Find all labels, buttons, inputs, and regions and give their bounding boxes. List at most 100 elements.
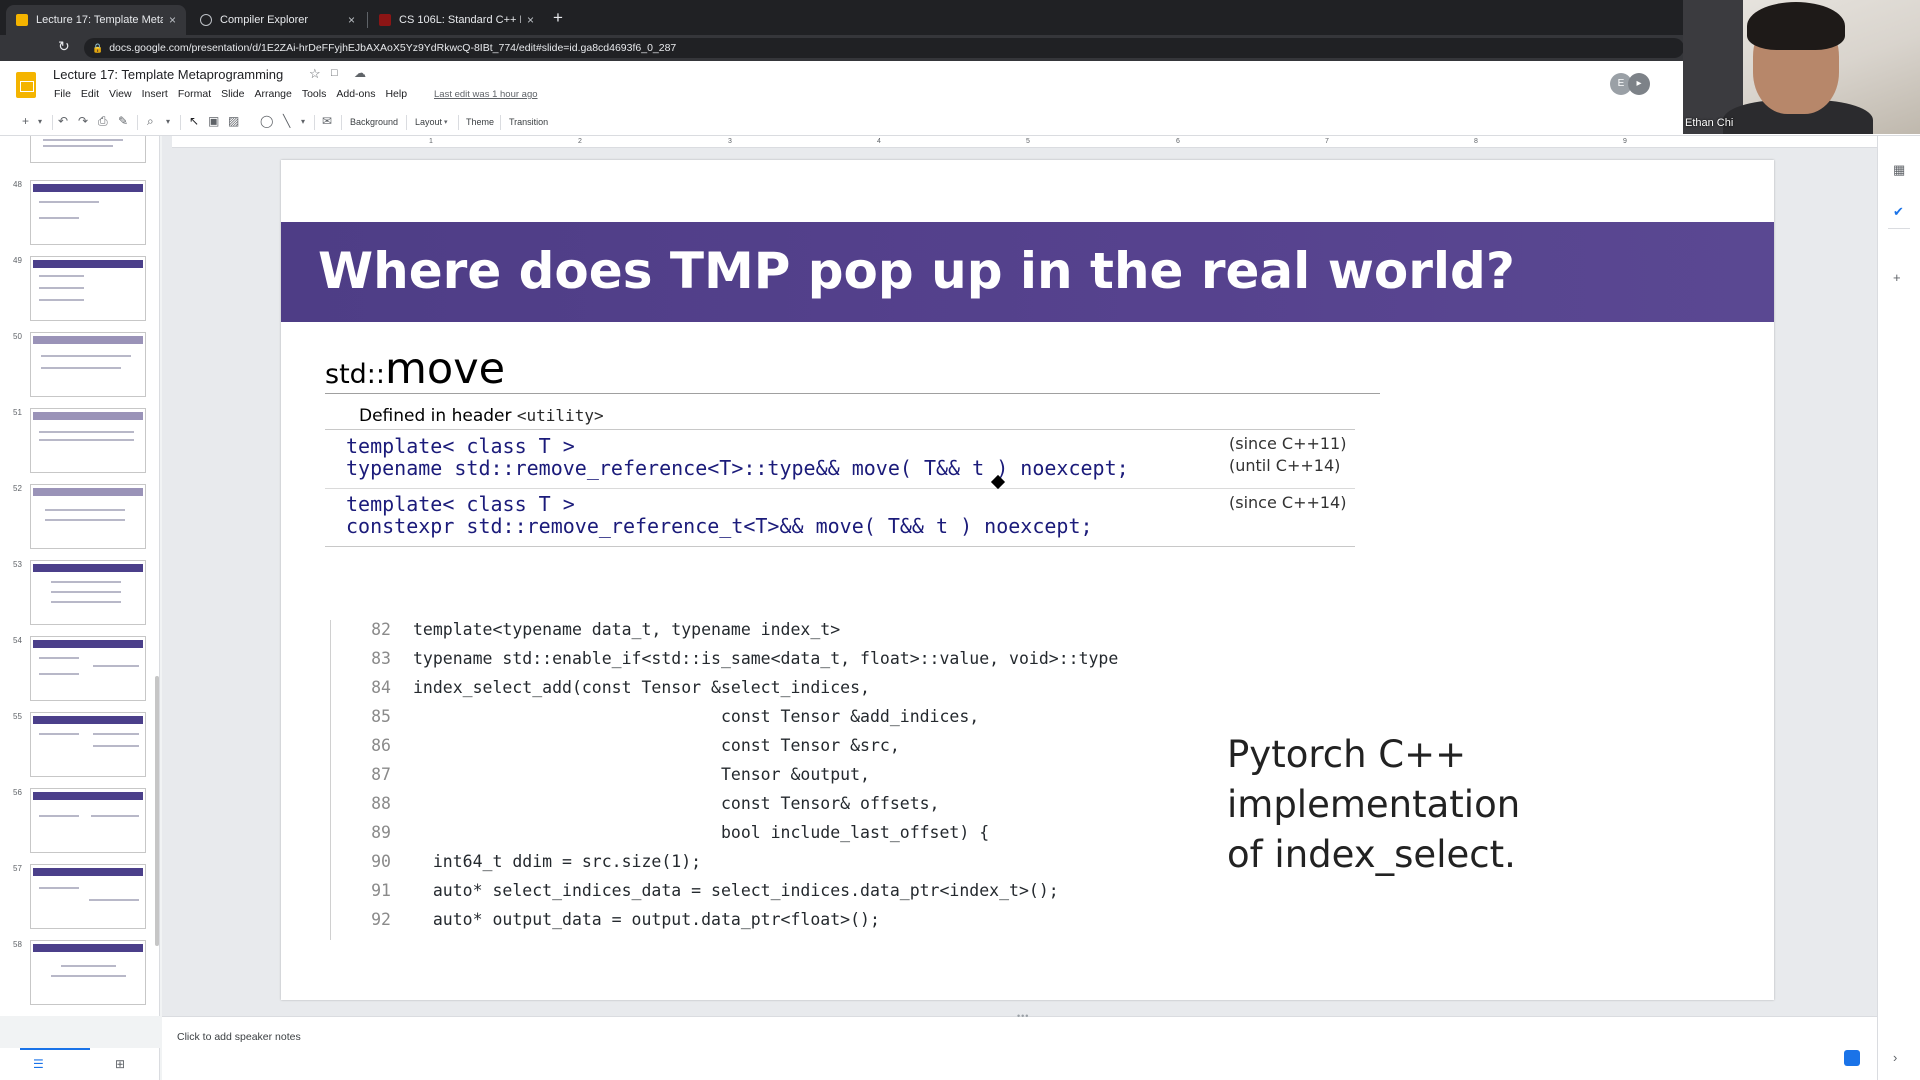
menu-tools[interactable]: Tools (302, 88, 327, 100)
signature-1-until: (until C++14) (1229, 456, 1341, 475)
docs-header: Lecture 17: Template Metaprogramming ☆ □… (0, 61, 1920, 108)
slide-number: 51 (13, 408, 22, 417)
document-title[interactable]: Lecture 17: Template Metaprogramming (53, 67, 283, 82)
slide-number: 54 (13, 636, 22, 645)
menu-arrange[interactable]: Arrange (254, 88, 291, 100)
line-dropdown-icon[interactable]: ▾ (301, 117, 305, 126)
slide-thumbnail[interactable] (30, 560, 146, 625)
toolbar-separator (406, 115, 407, 130)
text-box-icon[interactable]: ▣ (208, 114, 219, 128)
slide-thumbnail[interactable] (30, 712, 146, 777)
slide-thumbnail[interactable] (30, 940, 146, 1005)
slide-thumbnail[interactable] (30, 332, 146, 397)
background-button[interactable]: Background (350, 117, 398, 127)
explore-button[interactable] (1844, 1050, 1860, 1066)
defined-in-header: Defined in header <utility> (359, 406, 604, 426)
current-slide[interactable]: Where does TMP pop up in the real world?… (281, 160, 1774, 1000)
slide-thumbnail[interactable] (30, 136, 146, 163)
slide-filmstrip[interactable]: 48 49 50 51 52 53 54 55 56 57 58 (0, 136, 160, 1016)
tab-title: Lecture 17: Template Metapro (36, 14, 163, 26)
slide-thumbnail[interactable] (30, 788, 146, 853)
title-banner[interactable]: Where does TMP pop up in the real world? (281, 222, 1774, 322)
slide-title[interactable]: Where does TMP pop up in the real world? (318, 242, 1515, 300)
new-slide-icon[interactable]: + (22, 114, 29, 128)
tab-compiler-explorer[interactable]: Compiler Explorer × (190, 5, 365, 35)
present-options-icon[interactable]: ▸ (1628, 73, 1650, 95)
slide-number: 57 (13, 864, 22, 873)
tasks-icon[interactable]: ✔ (1893, 204, 1904, 220)
new-slide-dropdown-icon[interactable]: ▾ (38, 117, 42, 126)
speaker-notes-placeholder[interactable]: Click to add speaker notes (177, 1031, 301, 1043)
toolbar-separator (314, 115, 315, 130)
add-addon-icon[interactable]: + (1893, 270, 1901, 285)
slide-number: 52 (13, 484, 22, 493)
toolbar-separator (458, 115, 459, 130)
expand-panel-icon[interactable]: › (1893, 1050, 1897, 1065)
redo-icon[interactable]: ↷ (78, 114, 88, 128)
toolbar-separator (341, 115, 342, 130)
menu-format[interactable]: Format (178, 88, 211, 100)
notes-resize-handle[interactable]: ••• (1017, 1011, 1029, 1021)
toolbar-separator (137, 115, 138, 130)
slide-thumbnail[interactable] (30, 636, 146, 701)
calendar-icon[interactable]: ▦ (1893, 162, 1905, 178)
layout-button[interactable]: Layout (415, 117, 442, 127)
menu-insert[interactable]: Insert (142, 88, 168, 100)
tab-close-icon[interactable]: × (527, 13, 534, 27)
menu-view[interactable]: View (109, 88, 132, 100)
new-tab-button[interactable]: + (553, 8, 563, 28)
code-line: 91 auto* select_indices_data = select_in… (371, 881, 1059, 900)
side-note-text[interactable]: Pytorch C++ implementation of index_sele… (1227, 730, 1747, 880)
paint-format-icon[interactable]: ✎ (118, 114, 128, 128)
cloud-status-icon[interactable]: ☁ (354, 66, 366, 80)
menu-help[interactable]: Help (385, 88, 407, 100)
menu-slide[interactable]: Slide (221, 88, 244, 100)
function-name: move (385, 344, 506, 394)
folder-move-icon[interactable]: □ (331, 67, 338, 79)
slide-thumbnail[interactable] (30, 180, 146, 245)
slides-logo-icon[interactable] (16, 72, 36, 98)
slide-number: 58 (13, 940, 22, 949)
tab-lecture-17[interactable]: Lecture 17: Template Metapro × (6, 5, 186, 35)
transition-button[interactable]: Transition (509, 117, 548, 127)
line-icon[interactable]: ╲ (283, 114, 290, 128)
menu-addons[interactable]: Add-ons (336, 88, 375, 100)
signature-1-since: (since C++11) (1229, 434, 1347, 453)
image-icon[interactable]: ▨ (228, 114, 239, 128)
url-text: docs.google.com/presentation/d/1E2ZAi-hr… (109, 42, 677, 54)
side-note-line-1: Pytorch C++ implementation (1227, 733, 1521, 826)
reload-icon[interactable]: ↻ (58, 38, 70, 55)
url-field[interactable]: 🔒 docs.google.com/presentation/d/1E2ZAi-… (84, 38, 1684, 58)
shape-icon[interactable]: ◯ (260, 114, 273, 128)
tab-close-icon[interactable]: × (348, 13, 355, 27)
slide-thumbnail[interactable] (30, 408, 146, 473)
zoom-icon[interactable]: ⌕ (147, 114, 154, 129)
tab-separator (367, 12, 368, 28)
signature-2-since: (since C++14) (1229, 493, 1347, 512)
header-name: <utility> (516, 406, 604, 425)
theme-button[interactable]: Theme (466, 117, 494, 127)
last-edit-link[interactable]: Last edit was 1 hour ago (434, 89, 538, 100)
slide-thumbnail[interactable] (30, 484, 146, 549)
toolbar-separator (52, 115, 53, 130)
layout-dropdown-icon[interactable]: ▾ (444, 118, 448, 126)
star-icon[interactable]: ☆ (309, 66, 321, 82)
undo-icon[interactable]: ↶ (58, 114, 68, 128)
speaker-notes-panel[interactable]: ••• Click to add speaker notes (162, 1011, 1877, 1080)
slide-number: 55 (13, 712, 22, 721)
tab-close-icon[interactable]: × (169, 13, 176, 27)
select-cursor-icon[interactable]: ↖ (189, 114, 199, 128)
tab-cs106l[interactable]: CS 106L: Standard C++ Progra × (369, 5, 544, 35)
filmstrip-view-icon[interactable]: ☰ (33, 1057, 44, 1071)
comment-icon[interactable]: ✉ (322, 114, 332, 128)
slide-number: 48 (13, 180, 22, 189)
print-icon[interactable]: ⎙ (98, 114, 108, 129)
slide-thumbnail[interactable] (30, 864, 146, 929)
slide-number: 53 (13, 560, 22, 569)
zoom-dropdown-icon[interactable]: ▾ (166, 117, 170, 126)
menu-file[interactable]: File (54, 88, 71, 100)
slide-thumbnail[interactable] (30, 256, 146, 321)
filmstrip-scrollbar[interactable] (155, 676, 159, 946)
menu-edit[interactable]: Edit (81, 88, 99, 100)
grid-view-icon[interactable]: ⊞ (115, 1057, 125, 1071)
